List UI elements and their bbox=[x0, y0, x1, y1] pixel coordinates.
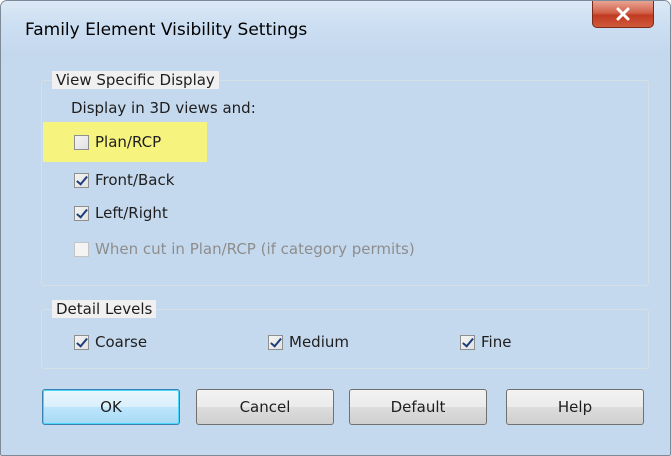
checkbox-front-back[interactable]: Front/Back bbox=[74, 171, 174, 189]
coarse-label: Coarse bbox=[95, 333, 148, 351]
cancel-button[interactable]: Cancel bbox=[196, 389, 334, 425]
left-right-label: Left/Right bbox=[95, 204, 168, 222]
window-title: Family Element Visibility Settings bbox=[25, 20, 308, 40]
detail-levels-legend: Detail Levels bbox=[52, 300, 157, 318]
checkbox-fine[interactable]: Fine bbox=[460, 333, 511, 351]
view-specific-display-legend: View Specific Display bbox=[52, 71, 219, 89]
checkbox-when-cut: When cut in Plan/RCP (if category permit… bbox=[74, 240, 415, 258]
when-cut-checkbox-box bbox=[74, 241, 89, 257]
left-right-checkbox-box[interactable] bbox=[74, 205, 89, 221]
checkbox-coarse[interactable]: Coarse bbox=[74, 333, 147, 351]
coarse-checkbox-box[interactable] bbox=[74, 334, 89, 350]
display-3d-label: Display in 3D views and: bbox=[71, 99, 256, 117]
default-button[interactable]: Default bbox=[349, 389, 487, 425]
ok-button[interactable]: OK bbox=[42, 389, 180, 425]
medium-label: Medium bbox=[289, 333, 349, 351]
checkbox-medium[interactable]: Medium bbox=[268, 333, 349, 351]
fine-checkbox-box[interactable] bbox=[460, 334, 475, 350]
checkbox-left-right[interactable]: Left/Right bbox=[74, 204, 168, 222]
medium-checkbox-box[interactable] bbox=[268, 334, 283, 350]
front-back-checkbox-box[interactable] bbox=[74, 172, 89, 188]
close-button[interactable] bbox=[592, 1, 654, 28]
plan-rcp-checkbox-box[interactable] bbox=[74, 134, 89, 150]
fine-label: Fine bbox=[481, 333, 512, 351]
help-button[interactable]: Help bbox=[506, 389, 644, 425]
plan-rcp-label: Plan/RCP bbox=[95, 133, 162, 151]
title-bar[interactable]: Family Element Visibility Settings bbox=[1, 1, 670, 57]
front-back-label: Front/Back bbox=[95, 171, 175, 189]
checkbox-plan-rcp[interactable]: Plan/RCP bbox=[74, 133, 161, 151]
close-icon bbox=[616, 7, 630, 21]
display-3d-label-text: Display in 3D views and: bbox=[71, 99, 256, 117]
when-cut-label: When cut in Plan/RCP (if category permit… bbox=[95, 240, 415, 258]
